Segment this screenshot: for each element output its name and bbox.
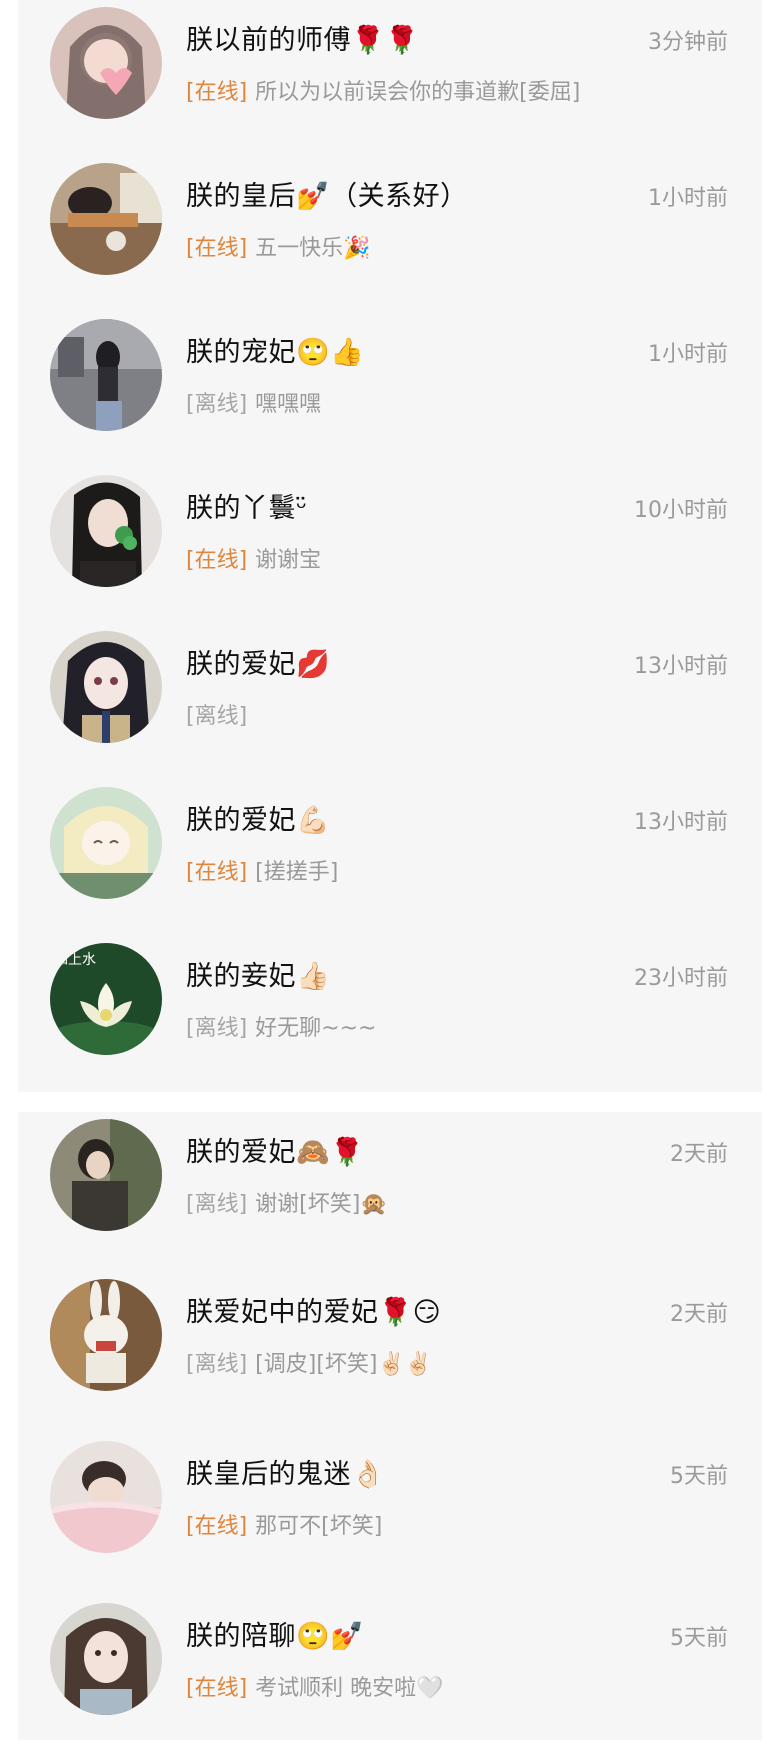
message-preview: [离线] 好无聊~~~ xyxy=(186,1010,376,1042)
girl-desk-photo-icon[interactable] xyxy=(50,163,162,275)
anime-blonde-photo-icon[interactable] xyxy=(50,787,162,899)
girl-heart-photo-icon[interactable] xyxy=(50,7,162,119)
online-status: [在线] xyxy=(186,1676,248,1701)
contact-name: 朕皇后的鬼迷👌🏻 xyxy=(186,1459,386,1490)
last-message: 好无聊~~~ xyxy=(255,1016,377,1041)
chat-row[interactable]: 朕皇后的鬼迷👌🏻 5天前 [在线] 那可不[坏笑] xyxy=(18,1434,762,1596)
message-preview: [在线] 谢谢宝 xyxy=(186,542,321,574)
timestamp: 5天前 xyxy=(670,1626,728,1651)
last-message: [搓搓手] xyxy=(255,860,339,885)
girl-selfie-photo-icon[interactable] xyxy=(50,1603,162,1715)
contact-name: 朕的爱妃💋 xyxy=(186,649,331,680)
timestamp: 23小时前 xyxy=(634,966,728,991)
timestamp: 13小时前 xyxy=(634,810,728,835)
last-message: 谢谢宝 xyxy=(255,548,322,573)
last-message: 谢谢[坏笑]🙊 xyxy=(255,1192,388,1217)
contact-name: 朕爱妃中的爱妃🌹😏 xyxy=(186,1297,442,1328)
chat-list-card: 朕以前的师傅🌹🌹 3分钟前 [在线] 所以为以前误会你的事道歉[委屈] 朕的皇后💅… xyxy=(18,0,762,1092)
contact-name: 朕的皇后💅（关系好） xyxy=(186,181,468,212)
timestamp: 1小时前 xyxy=(648,342,728,367)
last-message: [调皮][坏笑]✌🏻✌🏻 xyxy=(255,1352,433,1377)
anime-girl-photo-icon[interactable] xyxy=(50,631,162,743)
message-preview: [在线] 所以为以前误会你的事道歉[委屈] xyxy=(186,74,580,106)
online-status: [在线] xyxy=(186,1514,248,1539)
chat-row[interactable]: 如上水 朕的妾妃👍🏻 23小时前 [离线] 好无聊~~~ xyxy=(18,936,762,1098)
timestamp: 5天前 xyxy=(670,1464,728,1489)
offline-status: [离线] xyxy=(186,1192,248,1217)
online-status: [在线] xyxy=(186,236,248,261)
timestamp: 13小时前 xyxy=(634,654,728,679)
contact-name: 朕的爱妃💪🏻 xyxy=(186,805,331,836)
online-status: [在线] xyxy=(186,860,248,885)
chat-row[interactable]: 朕的宠妃🙄👍 1小时前 [离线] 嘿嘿嘿 xyxy=(18,312,762,474)
contact-name: 朕以前的师傅🌹🌹 xyxy=(186,25,420,56)
message-preview: [在线] 考试顺利 晚安啦🤍 xyxy=(186,1670,444,1702)
girl-blanket-photo-icon[interactable] xyxy=(50,1441,162,1553)
message-preview: [在线] 那可不[坏笑] xyxy=(186,1508,382,1540)
girl-outdoor-photo-icon[interactable] xyxy=(50,1119,162,1231)
last-message: 所以为以前误会你的事道歉[委屈] xyxy=(255,80,581,105)
message-preview: [离线] xyxy=(186,698,255,730)
timestamp: 2天前 xyxy=(670,1302,728,1327)
chat-row[interactable]: 朕以前的师傅🌹🌹 3分钟前 [在线] 所以为以前误会你的事道歉[委屈] xyxy=(18,0,762,162)
girl-clover-photo-icon[interactable] xyxy=(50,475,162,587)
last-message: 考试顺利 晚安啦🤍 xyxy=(255,1676,444,1701)
online-status: [在线] xyxy=(186,80,248,105)
chat-row[interactable]: 朕的爱妃💋 13小时前 [离线] xyxy=(18,624,762,786)
online-status: [在线] xyxy=(186,548,248,573)
message-preview: [离线] 谢谢[坏笑]🙊 xyxy=(186,1186,388,1218)
offline-status: [离线] xyxy=(186,704,248,729)
offline-status: [离线] xyxy=(186,1352,248,1377)
message-preview: [离线] 嘿嘿嘿 xyxy=(186,386,321,418)
contact-name: 朕的宠妃🙄👍 xyxy=(186,337,365,368)
chat-list-card: 朕的爱妃🙈🌹 2天前 [离线] 谢谢[坏笑]🙊 朕爱妃中的爱妃🌹😏 2天前 [离线… xyxy=(18,1112,762,1740)
avatar-caption: 如上水 xyxy=(54,952,96,968)
chat-row[interactable]: 朕的爱妃💪🏻 13小时前 [在线] [搓搓手] xyxy=(18,780,762,942)
message-preview: [在线] [搓搓手] xyxy=(186,854,338,886)
offline-status: [离线] xyxy=(186,392,248,417)
offline-status: [离线] xyxy=(186,1016,248,1041)
contact-name: 朕的爱妃🙈🌹 xyxy=(186,1137,365,1168)
last-message: 那可不[坏笑] xyxy=(255,1514,383,1539)
message-preview: [离线] [调皮][坏笑]✌🏻✌🏻 xyxy=(186,1346,432,1378)
message-preview: [在线] 五一快乐🎉 xyxy=(186,230,371,262)
girl-street-photo-icon[interactable] xyxy=(50,319,162,431)
contact-name: 朕的陪聊🙄💅 xyxy=(186,1621,365,1652)
rabbid-toy-photo-icon[interactable] xyxy=(50,1279,162,1391)
last-message: 五一快乐🎉 xyxy=(255,236,371,261)
timestamp: 2天前 xyxy=(670,1142,728,1167)
timestamp: 10小时前 xyxy=(634,498,728,523)
chat-row[interactable]: 朕爱妃中的爱妃🌹😏 2天前 [离线] [调皮][坏笑]✌🏻✌🏻 xyxy=(18,1272,762,1434)
chat-row[interactable]: 朕的陪聊🙄💅 5天前 [在线] 考试顺利 晚安啦🤍 xyxy=(18,1596,762,1758)
chat-row[interactable]: 朕的爱妃🙈🌹 2天前 [离线] 谢谢[坏笑]🙊 xyxy=(18,1112,762,1274)
timestamp: 1小时前 xyxy=(648,186,728,211)
timestamp: 3分钟前 xyxy=(648,30,728,55)
contact-name: 朕的丫鬟ᵕ̈ xyxy=(186,493,308,524)
contact-name: 朕的妾妃👍🏻 xyxy=(186,961,331,992)
chat-row[interactable]: 朕的皇后💅（关系好） 1小时前 [在线] 五一快乐🎉 xyxy=(18,156,762,318)
last-message: 嘿嘿嘿 xyxy=(255,392,322,417)
chat-row[interactable]: 朕的丫鬟ᵕ̈ 10小时前 [在线] 谢谢宝 xyxy=(18,468,762,630)
lotus-photo-icon[interactable]: 如上水 xyxy=(50,943,162,1055)
